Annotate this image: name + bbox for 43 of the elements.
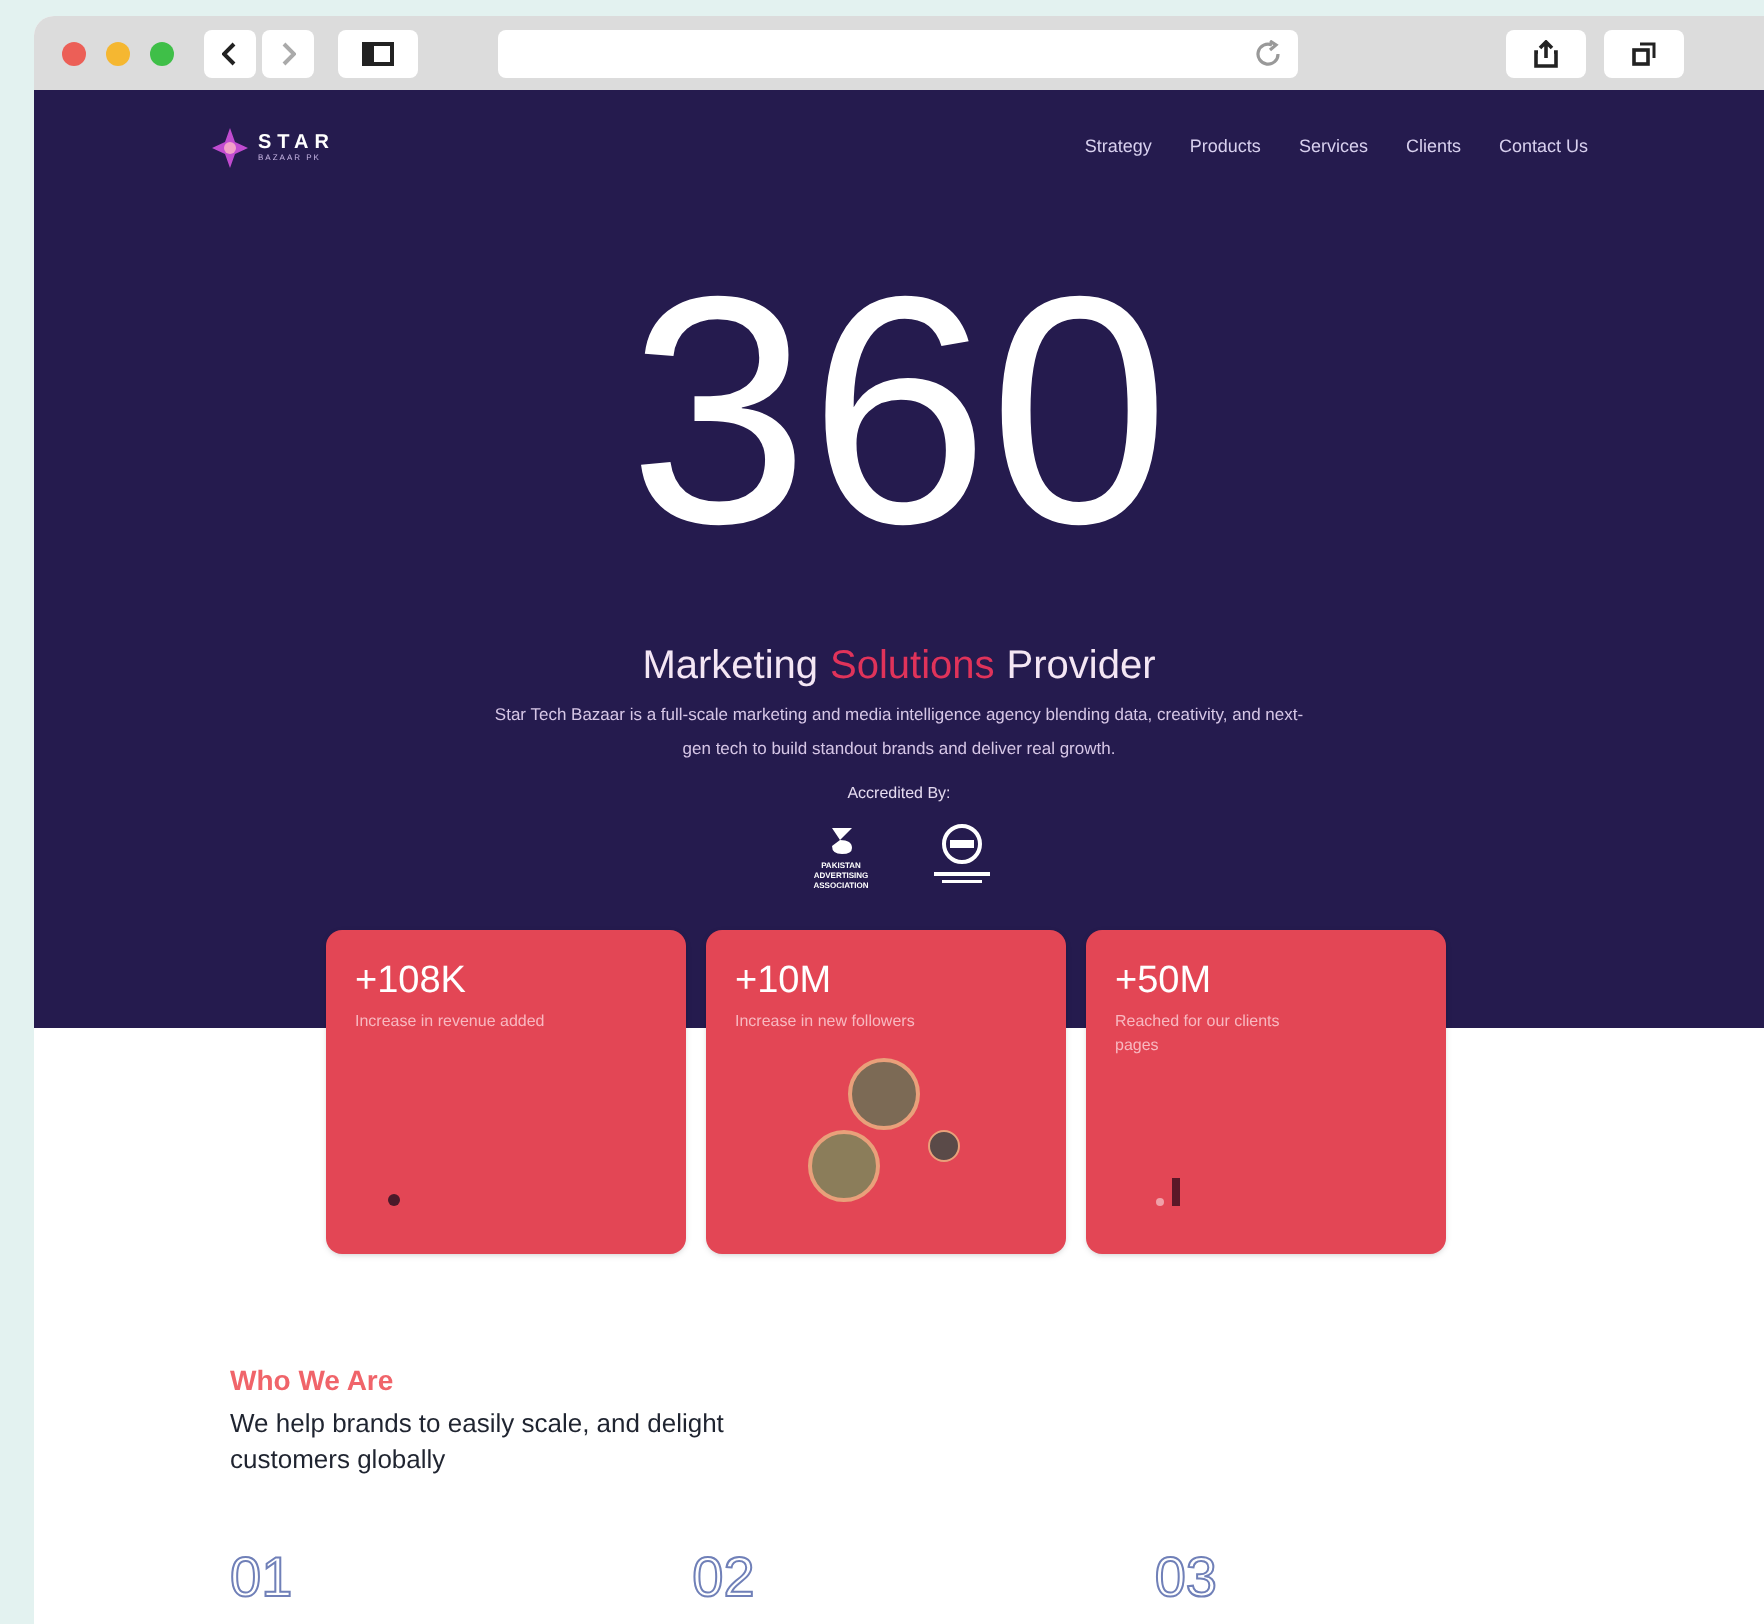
- stat-caption: Increase in new followers: [735, 1010, 917, 1034]
- share-button[interactable]: [1506, 29, 1586, 77]
- nav-link[interactable]: Services: [1298, 134, 1368, 162]
- hero-title-word: Provider: [1006, 646, 1156, 686]
- close-window-icon[interactable]: [62, 41, 86, 65]
- accredited-label: Accredited By:: [847, 782, 951, 806]
- hero-headline: 360: [628, 250, 1170, 574]
- nav-link[interactable]: Contact Us: [1498, 134, 1588, 162]
- bar-icon: [1171, 1178, 1179, 1206]
- step-number: 01: [230, 1550, 293, 1606]
- stat-caption: Reached for our clients pages: [1115, 1010, 1282, 1058]
- avatar-placeholder: [847, 1058, 919, 1130]
- back-button[interactable]: [204, 29, 256, 77]
- tabs-button[interactable]: [1604, 29, 1684, 77]
- stat-value: +10M: [735, 962, 834, 1000]
- logo-wordmark: STAR: [258, 134, 335, 154]
- step-number: 03: [1154, 1550, 1217, 1606]
- sidebar-icon: [362, 41, 394, 65]
- reload-icon: [1254, 39, 1282, 67]
- nav-link[interactable]: Strategy: [1084, 134, 1152, 162]
- step-number: 02: [692, 1550, 755, 1606]
- maximize-window-icon[interactable]: [150, 41, 174, 65]
- star-logo-icon: [210, 126, 250, 170]
- association-logo-icon: [827, 824, 855, 856]
- stat-value: +108K: [355, 962, 468, 1000]
- nav-link[interactable]: Clients: [1405, 134, 1461, 162]
- address-bar[interactable]: [498, 29, 1298, 77]
- chevron-right-icon: [280, 41, 296, 65]
- hero-title-word: Solutions: [830, 646, 995, 686]
- stat-caption: Increase in revenue added: [355, 1010, 547, 1034]
- avatar-placeholder: [807, 1130, 879, 1202]
- chevron-left-icon: [222, 41, 238, 65]
- sidebar-button[interactable]: [338, 29, 418, 77]
- stat-value: +50M: [1115, 962, 1214, 1000]
- hero-title-word: Marketing: [642, 646, 819, 686]
- minimize-window-icon[interactable]: [106, 41, 130, 65]
- section-heading: We help brands to easily scale, and delight customers globally: [230, 1406, 726, 1478]
- avatar-placeholder: [927, 1130, 959, 1162]
- hero-description: Star Tech Bazaar is a full-scale marketing and media intelligence agency blending data, creativity, and next-gen tech to build standout brands and deliver real growth.: [494, 702, 1304, 762]
- share-icon: [1534, 39, 1558, 67]
- section-eyebrow: Who We Are: [230, 1362, 396, 1400]
- nav-link[interactable]: Products: [1189, 134, 1261, 162]
- tabs-icon: [1632, 41, 1656, 65]
